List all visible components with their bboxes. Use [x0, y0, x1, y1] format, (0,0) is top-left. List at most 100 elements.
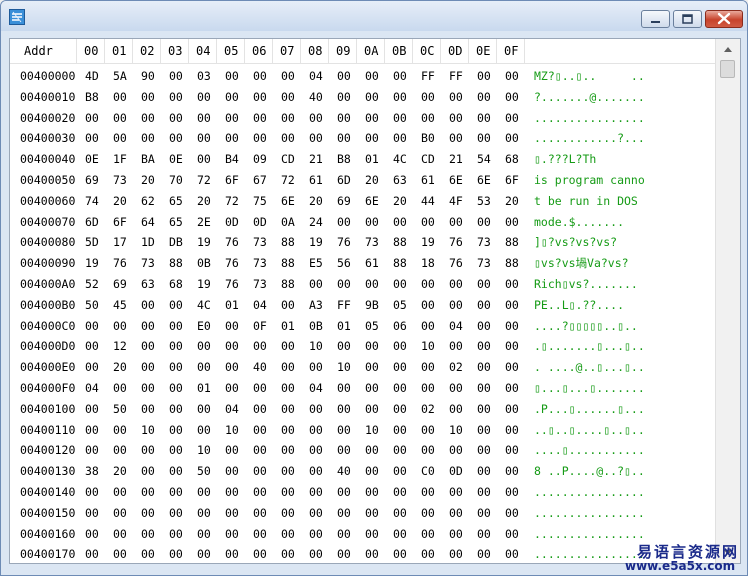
byte-cell[interactable]: 00 [85, 524, 99, 545]
byte-cell[interactable]: 75 [253, 191, 267, 212]
byte-cell[interactable]: 00 [197, 149, 211, 170]
byte-cell[interactable]: 6F [113, 212, 127, 233]
table-row[interactable]: 004000A0 52 69 63 68 19 76 73 88 00 00 00 00 00 00 00 00… [10, 274, 715, 295]
byte-cell[interactable]: 00 [421, 212, 435, 233]
byte-cell[interactable]: 00 [505, 399, 519, 420]
byte-cell[interactable]: 00 [281, 66, 295, 87]
byte-cell[interactable]: 50 [113, 399, 127, 420]
byte-cell[interactable]: 00 [85, 108, 99, 129]
byte-cell[interactable]: 00 [421, 87, 435, 108]
byte-cell[interactable]: 00 [393, 420, 407, 441]
byte-cell[interactable]: 00 [169, 440, 183, 461]
byte-cell[interactable]: 00 [169, 357, 183, 378]
byte-cell[interactable]: 00 [225, 544, 239, 563]
byte-cell[interactable]: 20 [197, 191, 211, 212]
byte-cell[interactable]: 00 [505, 544, 519, 563]
byte-cell[interactable]: 00 [113, 544, 127, 563]
byte-cell[interactable]: 00 [309, 503, 323, 524]
byte-cell[interactable]: 04 [309, 66, 323, 87]
byte-cell[interactable]: 65 [169, 191, 183, 212]
byte-cell[interactable]: 00 [169, 128, 183, 149]
byte-cell[interactable]: 00 [365, 503, 379, 524]
byte-cell[interactable]: 04 [85, 378, 99, 399]
byte-cell[interactable]: 68 [169, 274, 183, 295]
hex-viewer[interactable]: Addr 00 01 02 03 04 05 06 07 08 09 0A 0B 0C 0D 0E 0F 004… [9, 38, 741, 564]
byte-cell[interactable]: 00 [449, 336, 463, 357]
byte-cell[interactable]: 00 [393, 87, 407, 108]
byte-cell[interactable]: 00 [337, 524, 351, 545]
byte-cell[interactable]: B8 [85, 87, 99, 108]
byte-cell[interactable]: 10 [337, 357, 351, 378]
byte-cell[interactable]: B8 [337, 149, 351, 170]
byte-cell[interactable]: 0D [253, 212, 267, 233]
byte-cell[interactable]: 63 [393, 170, 407, 191]
byte-cell[interactable]: 00 [141, 336, 155, 357]
byte-cell[interactable]: 0D [449, 461, 463, 482]
byte-cell[interactable]: 20 [141, 170, 155, 191]
byte-cell[interactable]: 0B [197, 253, 211, 274]
byte-cell[interactable]: 05 [365, 316, 379, 337]
byte-cell[interactable]: 00 [421, 420, 435, 441]
byte-cell[interactable]: 00 [337, 274, 351, 295]
byte-cell[interactable]: 00 [365, 87, 379, 108]
byte-cell[interactable]: 10 [365, 420, 379, 441]
byte-cell[interactable]: 00 [505, 212, 519, 233]
byte-cell[interactable]: 00 [449, 482, 463, 503]
byte-cell[interactable]: 20 [393, 191, 407, 212]
table-row[interactable]: 00400070 6D 6F 64 65 2E 0D 0D 0A 24 00 00 00 00 00 00 00… [10, 212, 715, 233]
byte-cell[interactable]: 00 [337, 378, 351, 399]
byte-cell[interactable]: 00 [253, 524, 267, 545]
byte-cell[interactable]: 00 [337, 336, 351, 357]
table-row[interactable]: 00400140 00 00 00 00 00 00 00 00 00 00 00 00 00 00 00 00… [10, 482, 715, 503]
byte-cell[interactable]: 00 [113, 503, 127, 524]
byte-cell[interactable]: 00 [141, 87, 155, 108]
byte-cell[interactable]: 00 [505, 316, 519, 337]
byte-cell[interactable]: 00 [393, 212, 407, 233]
byte-cell[interactable]: 73 [253, 232, 267, 253]
byte-cell[interactable]: 38 [85, 461, 99, 482]
byte-cell[interactable]: 00 [477, 87, 491, 108]
byte-cell[interactable]: 00 [253, 108, 267, 129]
byte-cell[interactable]: 21 [309, 149, 323, 170]
byte-cell[interactable]: 00 [505, 420, 519, 441]
byte-cell[interactable]: 00 [281, 128, 295, 149]
byte-cell[interactable]: 00 [113, 128, 127, 149]
byte-cell[interactable]: 00 [281, 524, 295, 545]
byte-cell[interactable]: 00 [309, 544, 323, 563]
byte-cell[interactable]: 00 [505, 461, 519, 482]
byte-cell[interactable]: 73 [141, 253, 155, 274]
byte-cell[interactable]: 00 [85, 420, 99, 441]
byte-cell[interactable]: 6E [449, 170, 463, 191]
byte-cell[interactable]: 00 [113, 524, 127, 545]
byte-cell[interactable]: 00 [169, 87, 183, 108]
byte-cell[interactable]: 00 [365, 128, 379, 149]
byte-cell[interactable]: 00 [393, 66, 407, 87]
byte-cell[interactable]: 00 [365, 66, 379, 87]
byte-cell[interactable]: 00 [253, 440, 267, 461]
byte-cell[interactable]: 00 [281, 503, 295, 524]
byte-cell[interactable]: 17 [113, 232, 127, 253]
byte-cell[interactable]: 00 [449, 108, 463, 129]
byte-cell[interactable]: 19 [197, 232, 211, 253]
byte-cell[interactable]: 04 [253, 295, 267, 316]
byte-cell[interactable]: 00 [337, 544, 351, 563]
byte-cell[interactable]: 00 [141, 295, 155, 316]
byte-cell[interactable]: 72 [197, 170, 211, 191]
byte-cell[interactable]: 88 [281, 232, 295, 253]
byte-cell[interactable]: 00 [281, 336, 295, 357]
byte-cell[interactable]: 00 [169, 399, 183, 420]
table-row[interactable]: 00400120 00 00 00 00 10 00 00 00 00 00 00 00 00 00 00 00… [10, 440, 715, 461]
byte-cell[interactable]: 00 [477, 503, 491, 524]
byte-cell[interactable]: 1D [141, 232, 155, 253]
byte-cell[interactable]: 00 [141, 440, 155, 461]
byte-cell[interactable]: 00 [393, 399, 407, 420]
byte-cell[interactable]: 00 [225, 66, 239, 87]
byte-cell[interactable]: 21 [449, 149, 463, 170]
byte-cell[interactable]: 10 [197, 440, 211, 461]
byte-cell[interactable]: 00 [477, 524, 491, 545]
byte-cell[interactable]: 00 [169, 482, 183, 503]
byte-cell[interactable]: 6D [85, 212, 99, 233]
byte-cell[interactable]: 40 [309, 87, 323, 108]
byte-cell[interactable]: 00 [337, 399, 351, 420]
byte-cell[interactable]: 00 [505, 274, 519, 295]
